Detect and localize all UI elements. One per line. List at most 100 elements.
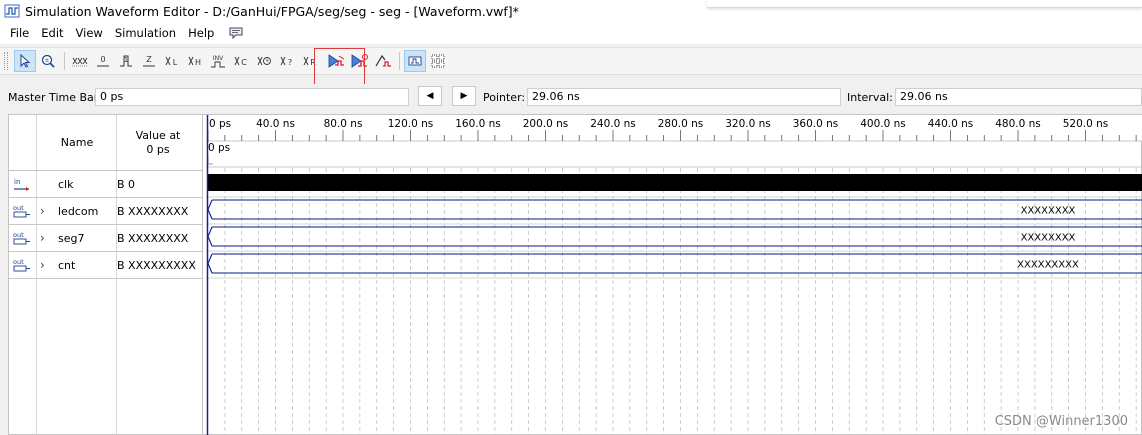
menu-help[interactable]: Help: [182, 23, 220, 43]
value-header-line1: Value at: [135, 129, 181, 142]
time-label: 0 ps: [209, 118, 231, 130]
input-pin-icon: in: [12, 177, 32, 193]
force-high-icon[interactable]: 1: [115, 50, 137, 72]
time-label: 480.0 ns: [995, 118, 1041, 130]
bus-value-label: XXXXXXXX: [1021, 206, 1076, 217]
time-label: 400.0 ns: [860, 118, 906, 130]
overlay-window-edge: [707, 0, 1142, 8]
bus-value-label: XXXXXXXX: [1021, 233, 1076, 244]
count-label: C: [241, 58, 247, 67]
svg-text:in: in: [14, 178, 20, 186]
time-label: 160.0 ns: [455, 118, 501, 130]
output-bus-icon: out: [12, 258, 32, 274]
svg-text:L: L: [173, 58, 178, 67]
pointer-field: 29.06 ns: [527, 88, 841, 106]
bus-waveform: [207, 199, 1142, 220]
grid-settings-icon[interactable]: [427, 50, 449, 72]
snap-to-grid-icon[interactable]: [404, 50, 426, 72]
signal-name: cnt: [58, 259, 76, 272]
chat-bubble-icon[interactable]: [228, 25, 244, 41]
next-transition-button[interactable]: ▶: [452, 86, 476, 106]
invert-label: INV: [213, 55, 224, 62]
output-bus-icon: out: [12, 204, 32, 220]
svg-text:1: 1: [124, 56, 128, 64]
time-bar: Master Time Bar: 0 ps ◀ ▶ Pointer: 29.06…: [0, 84, 1142, 110]
menu-bar: File Edit View Simulation Help: [0, 22, 1142, 44]
output-bus-icon: out: [12, 231, 32, 247]
signal-row-ledcom[interactable]: out › ledcom B XXXXXXXX: [9, 198, 203, 225]
svg-text:out: out: [13, 204, 24, 212]
svg-text:out: out: [13, 231, 24, 239]
watermark: CSDN @Winner1300: [994, 414, 1128, 429]
svg-text:±: ±: [44, 57, 49, 64]
random-icon[interactable]: ?: [276, 50, 298, 72]
zoom-tool-icon[interactable]: ±: [37, 50, 59, 72]
signal-value: B XXXXXXXX: [117, 232, 189, 245]
value-label: ?: [288, 58, 292, 67]
time-label: 440.0 ns: [928, 118, 974, 130]
menu-file[interactable]: File: [4, 23, 35, 43]
force-low-icon[interactable]: 0: [92, 50, 114, 72]
toolbar-grip[interactable]: [4, 52, 8, 70]
master-time-marker-label: 0 ps: [208, 142, 230, 154]
interval-field: 29.06 ns: [895, 88, 1142, 106]
uninitialized-icon[interactable]: [69, 50, 91, 72]
signal-value: B XXXXXXXXX: [117, 259, 196, 272]
bus-waveform: [207, 226, 1142, 247]
toolbar-separator: [399, 52, 400, 70]
clk-waveform: [207, 174, 1142, 191]
menu-edit[interactable]: Edit: [35, 23, 69, 43]
expand-chevron-icon[interactable]: ›: [40, 204, 50, 218]
waveform-app-icon: [4, 3, 20, 19]
pointer-label: Pointer:: [483, 91, 526, 104]
high-impedance-icon[interactable]: Z: [138, 50, 160, 72]
time-label: 360.0 ns: [793, 118, 839, 130]
bus-waveform: [207, 253, 1142, 274]
svg-text:Z: Z: [146, 55, 152, 64]
toolbar: ± 0 1 Z L H INV C ? R: [0, 47, 1142, 75]
count-value-icon[interactable]: C: [230, 50, 252, 72]
toolbar-separator: [64, 52, 65, 70]
interval-label: Interval:: [847, 91, 893, 104]
time-label: 80.0 ns: [324, 118, 363, 130]
bus-value-label: XXXXXXXXX: [1017, 260, 1079, 271]
previous-transition-button[interactable]: ◀: [418, 86, 442, 106]
master-time-bar-label: Master Time Bar:: [8, 91, 102, 104]
signal-name: ledcom: [58, 205, 99, 218]
selection-tool-icon[interactable]: [14, 50, 36, 72]
signal-row-seg7[interactable]: out › seg7 B XXXXXXXX: [9, 225, 203, 252]
time-label: 520.0 ns: [1063, 118, 1109, 130]
generate-netlist-icon[interactable]: [372, 50, 394, 72]
weak-low-icon[interactable]: L: [161, 50, 183, 72]
expand-chevron-icon[interactable]: ›: [40, 231, 50, 245]
value-header-line2: 0 ps: [146, 143, 170, 156]
expand-chevron-icon[interactable]: ›: [40, 258, 50, 272]
menu-simulation[interactable]: Simulation: [109, 23, 182, 43]
window-title: Simulation Waveform Editor - D:/GanHui/F…: [25, 3, 519, 19]
time-label: 320.0 ns: [725, 118, 771, 130]
waveform-canvas[interactable]: 0 ps 40.0 ns 80.0 ns 120.0 ns 160.0 ns 200.0 …: [206, 115, 1142, 435]
time-label: 120.0 ns: [388, 118, 434, 130]
svg-text:H: H: [195, 58, 201, 67]
waveform-svg[interactable]: 0 ps 40.0 ns 80.0 ns 120.0 ns 160.0 ns 200.0 …: [206, 115, 1142, 435]
master-time-bar-field[interactable]: 0 ps: [95, 88, 409, 106]
clock-icon[interactable]: [253, 50, 275, 72]
title-bar: Simulation Waveform Editor - D:/GanHui/F…: [0, 0, 1142, 22]
waveform-editor: Name Value at 0 ps in clk B 0 out › ledc…: [8, 114, 1142, 435]
signal-value: B XXXXXXXX: [117, 205, 189, 218]
svg-text:out: out: [13, 258, 24, 266]
signal-name: seg7: [58, 232, 85, 245]
signal-row-cnt[interactable]: out › cnt B XXXXXXXXX: [9, 252, 203, 279]
time-label: 200.0 ns: [523, 118, 569, 130]
time-label: 240.0 ns: [590, 118, 636, 130]
name-column-header[interactable]: Name: [37, 136, 117, 149]
signal-value: B 0: [117, 178, 136, 191]
signal-row-clk[interactable]: in clk B 0: [9, 171, 203, 198]
time-label: 40.0 ns: [256, 118, 295, 130]
time-label: 280.0 ns: [658, 118, 704, 130]
signal-name: clk: [58, 178, 74, 191]
value-column-header[interactable]: Value at 0 ps: [117, 129, 199, 157]
menu-view[interactable]: View: [70, 23, 109, 43]
invert-icon[interactable]: INV: [207, 50, 229, 72]
weak-high-icon[interactable]: H: [184, 50, 206, 72]
